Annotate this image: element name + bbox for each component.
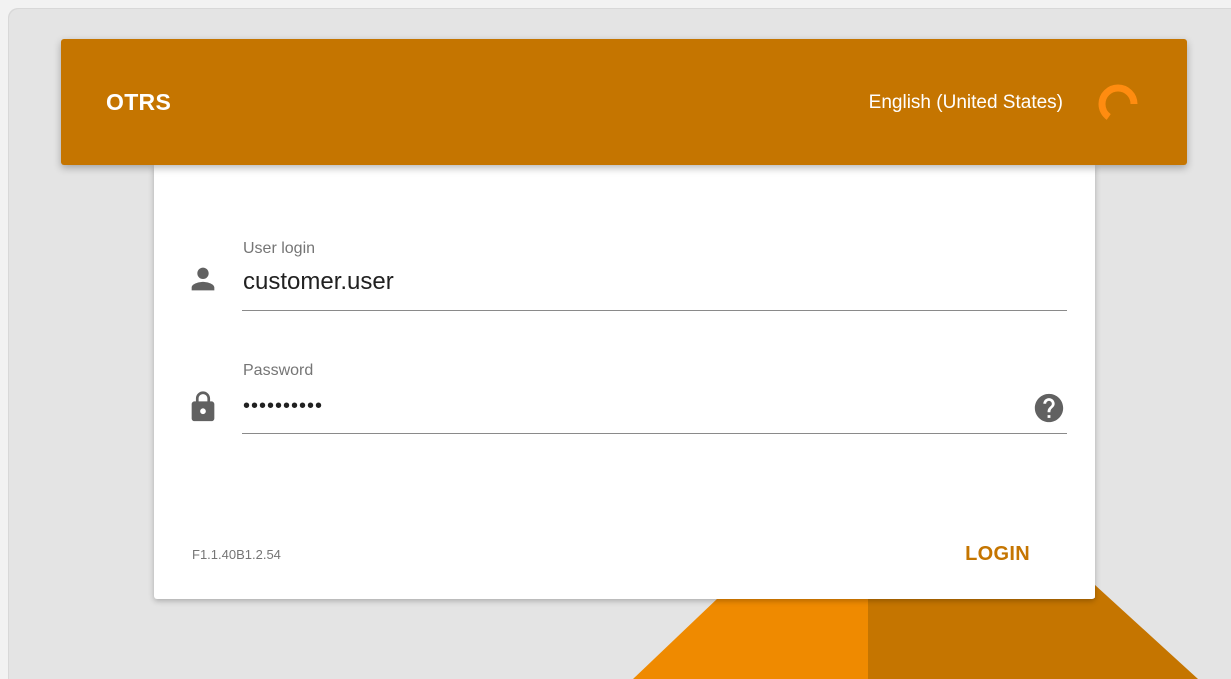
user-login-label: User login xyxy=(243,240,316,257)
question-circle-icon[interactable] xyxy=(1032,391,1066,425)
page-background: OTRS English (United States) User login … xyxy=(8,8,1231,679)
loading-spinner-icon xyxy=(1098,84,1138,124)
login-button[interactable]: LOGIN xyxy=(955,537,1040,572)
brand-title: OTRS xyxy=(106,89,172,115)
login-card: User login Password •••••••••• F1.1.40B1… xyxy=(154,165,1095,599)
user-login-input[interactable] xyxy=(243,268,1003,296)
password-input[interactable]: •••••••••• xyxy=(243,395,1003,418)
version-label: F1.1.40B1.2.54 xyxy=(192,547,281,562)
lock-icon xyxy=(191,391,215,422)
person-icon xyxy=(191,267,215,291)
app-header: OTRS English (United States) xyxy=(61,39,1187,165)
language-selector[interactable]: English (United States) xyxy=(869,92,1063,114)
password-underline xyxy=(242,433,1067,434)
user-login-underline xyxy=(242,310,1067,311)
password-label: Password xyxy=(243,362,314,379)
